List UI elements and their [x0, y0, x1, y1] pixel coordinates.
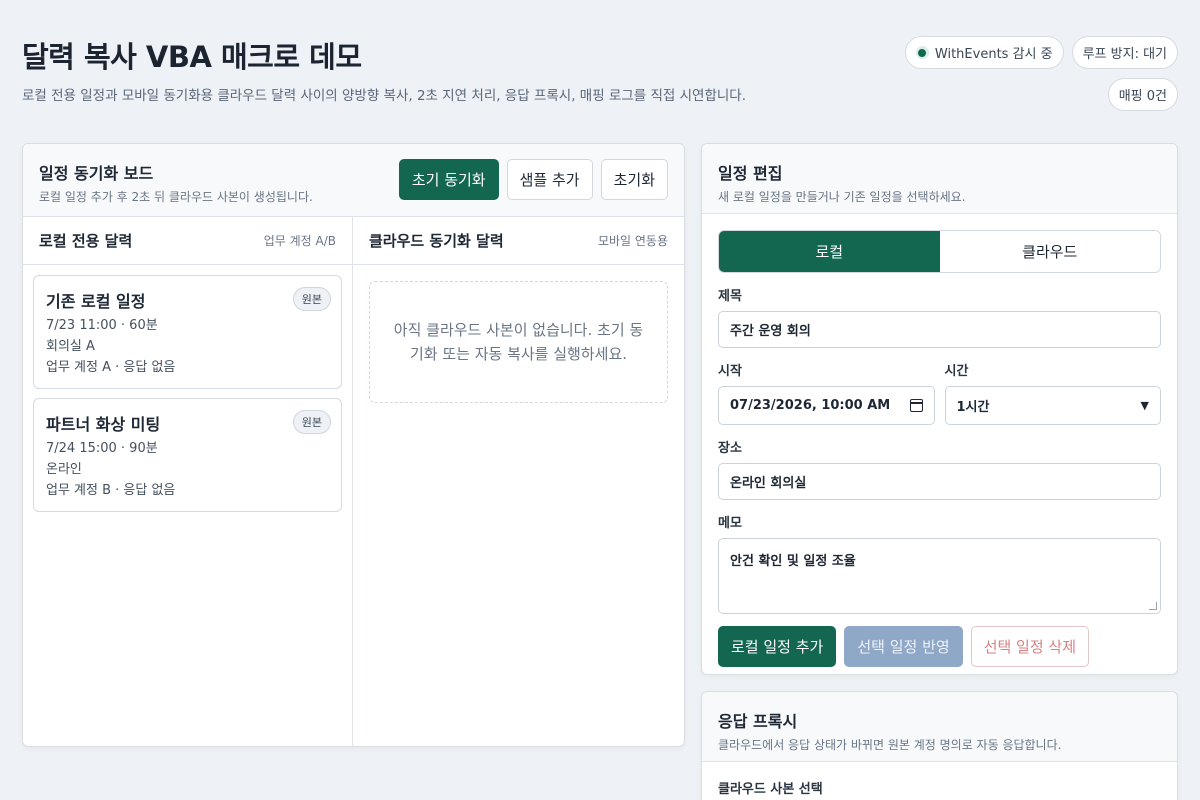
delete-selected-button[interactable]: 선택 일정 삭제 [970, 626, 1090, 667]
event-editor: 일정 편집 새 로컬 일정을 만들거나 기존 일정을 선택하세요. 로컬 클라우… [701, 143, 1178, 675]
watch-status-badge: WithEvents 감시 중 [904, 36, 1064, 69]
page-subtitle: 로컬 전용 일정과 모바일 동기화용 클라우드 달력 사이의 양방향 복사, 2… [22, 88, 746, 104]
event-time: 7/24 15:00 · 90분 [46, 441, 158, 456]
reset-button[interactable]: 초기화 [600, 159, 668, 200]
event-title: 기존 로컬 일정 [46, 292, 146, 311]
event-meta: 업무 계정 B · 응답 없음 [46, 483, 176, 498]
tab-local[interactable]: 로컬 [719, 231, 940, 272]
tab-cloud[interactable]: 클라우드 [939, 231, 1160, 272]
page-header: 달력 복사 VBA 매크로 데모 로컬 전용 일정과 모바일 동기화용 클라우드… [22, 34, 812, 107]
origin-badge: 원본 [292, 410, 331, 434]
page-title: 달력 복사 VBA 매크로 데모 [22, 40, 362, 74]
event-time: 7/23 11:00 · 60분 [46, 318, 158, 333]
event-location: 회의실 A [46, 339, 95, 354]
status-pills: WithEvents 감시 중 루프 방지: 대기 매핑 0건 [898, 36, 1178, 111]
cloud-copy-select-label: 클라우드 사본 선택 [718, 782, 823, 797]
initial-sync-button[interactable]: 초기 동기화 [398, 159, 499, 200]
board-actions: 초기 동기화 샘플 추가 초기화 [398, 159, 668, 200]
calendar-toggle: 로컬 클라우드 [718, 230, 1161, 273]
duration-label: 시간 [944, 364, 969, 379]
event-location: 온라인 [46, 462, 82, 477]
cloud-calendar-title: 클라우드 동기화 달력 [369, 232, 504, 250]
duration-value: 1시간 [956, 400, 990, 415]
event-card[interactable]: 파트너 화상 미팅 원본 7/24 15:00 · 90분 온라인 업무 계정 … [33, 398, 342, 512]
mapping-count-label: 매핑 0건 [1118, 89, 1167, 104]
sync-board: 일정 동기화 보드 로컬 일정 추가 후 2초 뒤 클라우드 사본이 생성됩니다… [22, 143, 685, 747]
time-row: 시작 07/23/2026, 10:00 AM 시간 1시간 ▼ [718, 348, 1161, 425]
editor-body: 로컬 클라우드 제목 주간 운영 회의 시작 07/23/2026, 10:00… [702, 214, 1177, 674]
loop-status-label: 루프 방지: 대기 [1082, 47, 1167, 62]
editor-subtitle: 새 로컬 일정을 만들거나 기존 일정을 선택하세요. [718, 190, 966, 204]
local-calendar-tag: 업무 계정 A/B [263, 234, 336, 248]
apply-selected-button[interactable]: 선택 일정 반영 [844, 626, 963, 667]
location-input[interactable]: 온라인 회의실 [718, 463, 1161, 500]
event-card[interactable]: 기존 로컬 일정 원본 7/23 11:00 · 60분 회의실 A 업무 계정… [33, 275, 342, 389]
loop-status-badge: 루프 방지: 대기 [1071, 36, 1178, 69]
watch-status-label: WithEvents 감시 중 [934, 47, 1053, 62]
duration-select[interactable]: 1시간 ▼ [944, 386, 1161, 425]
origin-badge: 원본 [292, 287, 331, 311]
memo-label: 메모 [718, 516, 742, 531]
cloud-calendar-header: 클라우드 동기화 달력 모바일 연동용 [353, 217, 684, 265]
cloud-empty-state: 아직 클라우드 사본이 없습니다. 초기 동기화 또는 자동 복사를 실행하세요… [369, 281, 668, 403]
start-datetime-input[interactable]: 07/23/2026, 10:00 AM [718, 386, 935, 425]
memo-textarea[interactable]: 안건 확인 및 일정 조율 [718, 538, 1161, 614]
editor-header: 일정 편집 새 로컬 일정을 만들거나 기존 일정을 선택하세요. [702, 144, 1177, 214]
editor-title: 일정 편집 [718, 164, 783, 183]
proxy-title: 응답 프록시 [718, 712, 798, 731]
board-columns: 로컬 전용 달력 업무 계정 A/B 기존 로컬 일정 원본 7/23 11:0… [23, 217, 684, 746]
add-local-event-button[interactable]: 로컬 일정 추가 [718, 626, 837, 667]
event-title: 파트너 화상 미팅 [46, 415, 161, 434]
editor-actions: 로컬 일정 추가 선택 일정 반영 선택 일정 삭제 [718, 626, 1161, 667]
calendar-icon[interactable] [909, 399, 923, 412]
start-datetime-value: 07/23/2026, 10:00 AM [730, 398, 891, 413]
mapping-count-badge: 매핑 0건 [1107, 78, 1178, 111]
event-meta: 업무 계정 A · 응답 없음 [46, 360, 176, 375]
local-calendar-title: 로컬 전용 달력 [39, 232, 133, 250]
add-sample-button[interactable]: 샘플 추가 [506, 159, 593, 200]
proxy-header: 응답 프록시 클라우드에서 응답 상태가 바뀌면 원본 계정 명의로 자동 응답… [702, 692, 1177, 762]
response-proxy: 응답 프록시 클라우드에서 응답 상태가 바뀌면 원본 계정 명의로 자동 응답… [701, 691, 1178, 800]
local-calendar-column: 로컬 전용 달력 업무 계정 A/B 기존 로컬 일정 원본 7/23 11:0… [23, 217, 353, 746]
location-label: 장소 [718, 441, 742, 456]
subject-label: 제목 [718, 289, 742, 304]
board-header: 일정 동기화 보드 로컬 일정 추가 후 2초 뒤 클라우드 사본이 생성됩니다… [23, 144, 684, 217]
status-dot-icon [915, 46, 929, 59]
proxy-subtitle: 클라우드에서 응답 상태가 바뀌면 원본 계정 명의로 자동 응답합니다. [718, 738, 1062, 752]
start-label: 시작 [718, 364, 742, 379]
local-calendar-header: 로컬 전용 달력 업무 계정 A/B [23, 217, 352, 265]
cloud-calendar-tag: 모바일 연동용 [597, 234, 668, 248]
cloud-calendar-column: 클라우드 동기화 달력 모바일 연동용 아직 클라우드 사본이 없습니다. 초기… [353, 217, 684, 746]
subject-input[interactable]: 주간 운영 회의 [718, 311, 1161, 348]
chevron-down-icon: ▼ [1140, 399, 1149, 412]
